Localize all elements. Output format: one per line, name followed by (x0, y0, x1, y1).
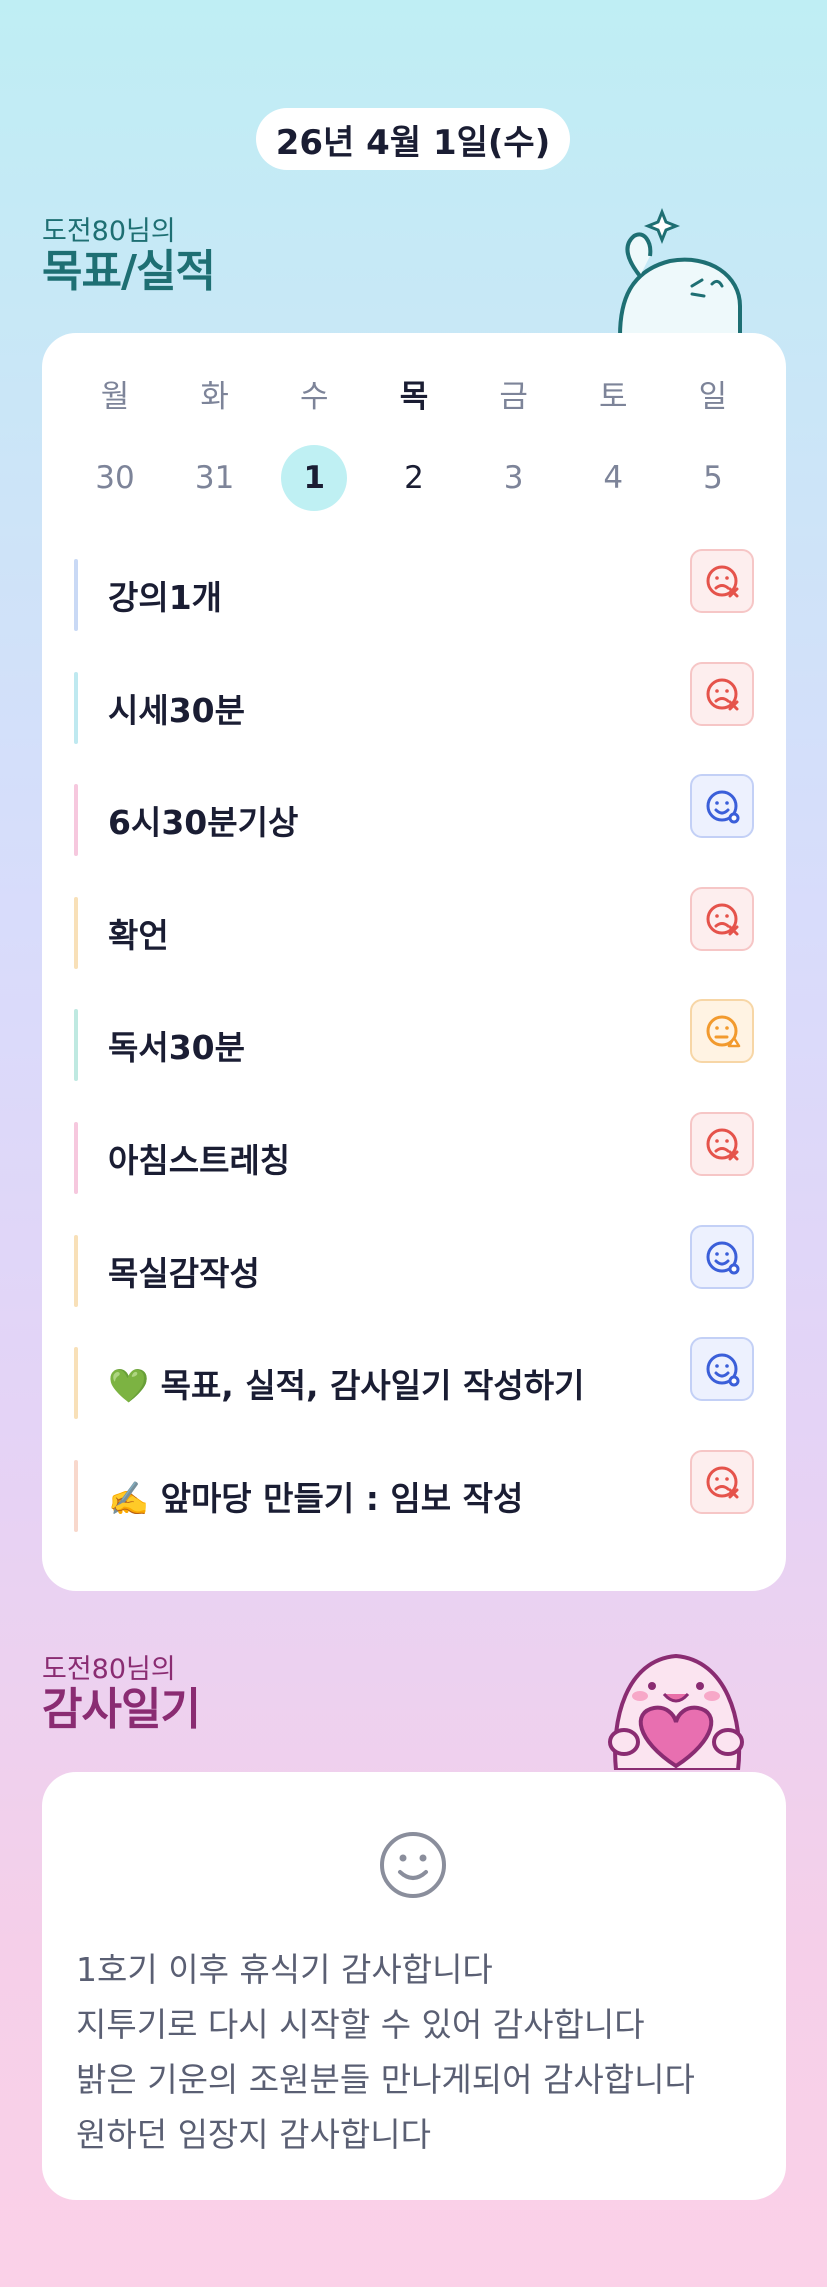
week-day[interactable]: 금3 (481, 375, 547, 511)
goal-text: 아침스트레칭 (108, 1140, 291, 1180)
week-day-label: 목 (399, 379, 429, 415)
sad-x-icon[interactable] (690, 549, 754, 613)
goals-card: 월 30 화 31 수 1 목 2 금 3 토 4 일 5 강의1개 시세30분 6시30분기상 확언 독서30분… (42, 333, 786, 1591)
goal-color-bar (74, 1234, 78, 1307)
week-day-number: 5 (703, 460, 723, 496)
neutral-triangle-icon[interactable] (690, 999, 754, 1064)
week-day[interactable]: 일5 (680, 375, 746, 511)
week-day-number: 4 (603, 460, 624, 496)
goal-item[interactable]: 아침스트레칭 (74, 1106, 754, 1219)
goal-color-bar (74, 1347, 78, 1420)
goal-color-bar (74, 784, 78, 857)
goal-item[interactable]: 6시30분기상 (74, 768, 754, 881)
date-pill[interactable]: 26년 4월 1일(수) (256, 108, 570, 170)
sad-x-icon[interactable] (690, 1449, 754, 1514)
goal-item[interactable]: 확언 (74, 881, 754, 994)
goal-item[interactable]: 시세30분 (74, 656, 754, 769)
week-day[interactable]: 화 31 (182, 375, 248, 511)
week-day-number: 3 (503, 460, 524, 496)
goal-text: 목실감작성 (108, 1253, 260, 1293)
goal-color-bar (74, 1009, 78, 1082)
goal-item[interactable]: 목실감작성 (74, 1219, 754, 1332)
gratitude-line: 원하던 임장지 감사합니다 (76, 2115, 431, 2154)
gratitude-section-heading: 감사일기 (42, 1684, 201, 1735)
goal-color-bar (74, 559, 78, 631)
gratitude-section-title: 도전80님의 감사일기 (42, 1654, 201, 1735)
goal-list: 강의1개시세30분 6시30분기상확언독서30분아침스트레칭목실감작성 💚 목표, … (74, 543, 754, 1556)
goals-section-title: 도전80님의 목표/실적 (42, 216, 216, 297)
week-day-label: 화 (200, 379, 229, 415)
sad-x-icon[interactable] (690, 661, 754, 726)
week-day-number: 1 (281, 445, 348, 511)
goal-color-bar (74, 671, 78, 744)
gratitude-line: 1호기 이후 휴식기 감사합니다 (76, 1950, 493, 1989)
goals-section-sub: 도전80님의 (42, 216, 176, 247)
goal-text: 확언 (108, 915, 169, 955)
goal-item[interactable]: 독서30분 (74, 993, 754, 1106)
gratitude-card: 1호기 이후 휴식기 감사합니다지투기로 다시 시작할 수 있어 감사합니다밝은… (42, 1772, 786, 2200)
goal-item[interactable]: 💚 목표, 실적, 감사일기 작성하기 (74, 1331, 754, 1444)
date-label: 26년 4월 1일(수) (275, 122, 551, 163)
mascot-thumbsup-illustration (617, 207, 742, 336)
smile-o-icon[interactable] (690, 774, 754, 839)
smile-o-icon[interactable] (690, 1337, 754, 1402)
smile-icon (380, 1832, 446, 1898)
goal-text: 독서30분 (108, 1028, 246, 1068)
goal-color-bar (74, 1121, 78, 1194)
week-day-label: 금 (499, 379, 528, 415)
gratitude-section-sub: 도전80님의 (42, 1654, 176, 1685)
gratitude-line: 지투기로 다시 시작할 수 있어 감사합니다 (76, 2005, 645, 2044)
week-day[interactable]: 월 30 (82, 375, 148, 511)
sad-x-icon[interactable] (690, 886, 754, 951)
goal-item[interactable]: 강의1개 (74, 543, 754, 656)
week-day-label: 월 (100, 379, 130, 415)
gratitude-list: 1호기 이후 휴식기 감사합니다지투기로 다시 시작할 수 있어 감사합니다밝은… (76, 1942, 766, 2162)
goal-text: 6시30분기상 (108, 803, 299, 843)
week-day-number: 31 (194, 460, 235, 496)
goal-text: 시세30분 (108, 690, 246, 730)
week-day[interactable]: 토4 (580, 375, 646, 511)
week-day-label: 일 (698, 379, 728, 415)
week-day-number: 30 (95, 460, 135, 496)
week-day-label: 토 (599, 379, 628, 415)
smile-o-icon[interactable] (690, 1224, 754, 1289)
gratitude-line: 밝은 기운의 조원분들 만나게되어 감사합니다 (76, 2060, 695, 2099)
goal-color-bar (74, 896, 78, 969)
week-day[interactable]: 목2 (381, 375, 447, 511)
sad-x-icon[interactable] (690, 1111, 754, 1176)
goal-text: ✍️ 앞마당 만들기 : 임보 작성 (108, 1478, 524, 1518)
goal-text: 강의1개 (108, 578, 223, 617)
week-day-number: 2 (404, 460, 424, 496)
week-day-label: 수 (300, 379, 329, 415)
goal-item[interactable]: ✍️ 앞마당 만들기 : 임보 작성 (74, 1444, 754, 1557)
goals-section-heading: 목표/실적 (42, 246, 216, 297)
week-day[interactable]: 수1 (281, 375, 348, 511)
goal-color-bar (74, 1459, 78, 1532)
mascot-heart-illustration (608, 1653, 744, 1770)
goal-text: 💚 목표, 실적, 감사일기 작성하기 (108, 1366, 585, 1406)
week-strip: 월 30 화 31 수 1 목 2 금 3 토 4 일 5 (82, 375, 746, 511)
